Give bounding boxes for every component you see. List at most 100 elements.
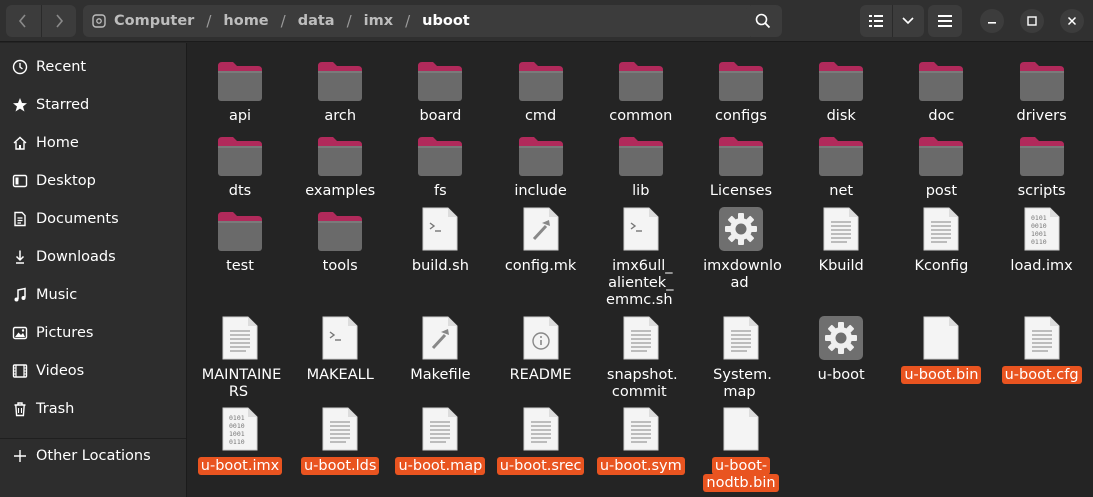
file-name-label: cmd — [491, 108, 591, 125]
binary-file-icon: 0101 0010 1001 0110 — [190, 402, 290, 452]
svg-text:0010: 0010 — [229, 422, 245, 430]
file-name-text: MAINTAINE RS — [201, 367, 282, 400]
desktop-icon — [10, 171, 30, 191]
file-item[interactable]: System. map — [691, 311, 791, 401]
file-name-label: u-boot.imx — [190, 457, 290, 475]
file-name-label: u-boot.bin — [891, 366, 991, 384]
file-item[interactable]: Makefile — [390, 311, 490, 401]
file-item[interactable]: u-boot.map — [390, 402, 490, 492]
download-icon — [10, 247, 30, 267]
sidebar: Recent Starred Home Desktop Documents Do… — [0, 43, 187, 497]
sidebar-item-music[interactable]: Music — [0, 277, 187, 313]
sidebar-item-documents[interactable]: Documents — [0, 201, 187, 237]
file-name-label: disk — [791, 108, 891, 125]
text-file-icon — [591, 402, 691, 452]
file-item[interactable]: 0101 0010 1001 0110 u-boot.imx — [190, 402, 290, 492]
main-menu-button[interactable] — [928, 5, 962, 37]
file-name-text: configs — [715, 108, 767, 124]
file-name-label: configs — [691, 108, 791, 125]
file-item[interactable]: snapshot. commit — [591, 311, 691, 401]
search-button[interactable] — [746, 5, 780, 37]
file-item[interactable]: MAINTAINE RS — [190, 311, 290, 401]
file-item[interactable]: u-boot.sym — [591, 402, 691, 492]
text-file-icon — [992, 311, 1092, 361]
file-name-text: u-boot.map — [395, 457, 486, 475]
sidebar-item-starred[interactable]: Starred — [0, 87, 187, 123]
breadcrumb-uboot[interactable]: uboot — [420, 13, 472, 29]
file-name-text: snapshot. commit — [606, 367, 678, 400]
breadcrumb-separator: / — [405, 12, 411, 30]
file-name-label: README — [491, 367, 591, 384]
back-button[interactable] — [6, 5, 41, 37]
maximize-button[interactable] — [1020, 9, 1044, 33]
text-file-icon — [891, 202, 991, 252]
view-options-dropdown[interactable] — [893, 5, 925, 37]
folder-icon — [491, 127, 591, 177]
file-item[interactable]: Kbuild — [791, 202, 891, 292]
gear-icon — [791, 311, 891, 361]
hamburger-menu-icon — [938, 15, 952, 27]
sidebar-item-other-locations[interactable]: Other Locations — [0, 438, 187, 474]
text-file-icon — [791, 202, 891, 252]
sidebar-item-downloads[interactable]: Downloads — [0, 239, 187, 275]
file-item[interactable]: Kconfig — [891, 202, 991, 292]
file-name-text: cmd — [524, 108, 557, 124]
breadcrumb-separator: / — [280, 12, 286, 30]
file-item[interactable]: u-boot- nodtb.bin — [691, 402, 791, 492]
file-name-label: include — [491, 183, 591, 200]
file-name-text: load.imx — [1010, 258, 1073, 274]
file-name-label: u-boot — [791, 367, 891, 384]
file-name-text: post — [925, 183, 958, 199]
file-name-label: build.sh — [390, 258, 490, 275]
sidebar-item-label: Desktop — [36, 173, 96, 189]
list-view-button[interactable] — [860, 5, 892, 37]
text-file-icon — [491, 402, 591, 452]
sidebar-item-videos[interactable]: Videos — [0, 353, 187, 389]
file-item[interactable]: build.sh — [390, 202, 490, 292]
sidebar-item-home[interactable]: Home — [0, 125, 187, 161]
svg-text:0010: 0010 — [1031, 222, 1047, 230]
file-item[interactable]: imxdownlo ad — [691, 202, 791, 292]
sidebar-item-pictures[interactable]: Pictures — [0, 315, 187, 351]
sidebar-item-label: Trash — [36, 401, 75, 417]
file-name-label: u-boot- nodtb.bin — [691, 457, 791, 492]
file-name-text: board — [419, 108, 462, 124]
folder-icon — [390, 52, 490, 102]
file-item[interactable]: u-boot.bin — [891, 311, 991, 401]
star-icon — [10, 95, 30, 115]
file-name-label: u-boot.lds — [290, 457, 390, 475]
folder-icon — [290, 127, 390, 177]
file-item[interactable]: config.mk — [491, 202, 591, 292]
text-file-icon — [390, 402, 490, 452]
file-item[interactable]: u-boot.srec — [491, 402, 591, 492]
file-item[interactable]: u-boot.lds — [290, 402, 390, 492]
forward-button[interactable] — [41, 5, 76, 37]
sidebar-item-recent[interactable]: Recent — [0, 49, 187, 85]
sidebar-item-trash[interactable]: Trash — [0, 391, 187, 427]
folder-icon — [491, 52, 591, 102]
picture-icon — [10, 323, 30, 343]
file-item[interactable]: u-boot.cfg — [992, 311, 1092, 401]
folder-icon — [691, 52, 791, 102]
folder-icon — [591, 127, 691, 177]
file-item[interactable]: README — [491, 311, 591, 401]
folder-item[interactable]: test — [190, 202, 290, 292]
file-item[interactable]: MAKEALL — [290, 311, 390, 401]
breadcrumb-data[interactable]: data — [296, 13, 337, 29]
breadcrumb-computer[interactable]: Computer — [112, 13, 196, 29]
folder-item[interactable]: tools — [290, 202, 390, 292]
file-item[interactable]: imx6ull_ alientek_ emmc.sh — [591, 202, 691, 308]
file-name-text: Kconfig — [914, 258, 969, 274]
sidebar-item-desktop[interactable]: Desktop — [0, 163, 187, 199]
close-button[interactable] — [1060, 9, 1084, 33]
breadcrumb-home[interactable]: home — [221, 13, 270, 29]
breadcrumb-imx[interactable]: imx — [362, 13, 395, 29]
file-item[interactable]: u-boot — [791, 311, 891, 401]
file-item[interactable]: 0101 0010 1001 0110 load.imx — [992, 202, 1092, 292]
file-name-label: tools — [290, 258, 390, 275]
list-view-icon — [868, 15, 883, 27]
minimize-button[interactable] — [980, 9, 1004, 33]
svg-text:0110: 0110 — [1031, 238, 1047, 246]
file-name-text: u-boot.cfg — [1001, 366, 1082, 384]
file-name-text: scripts — [1017, 183, 1066, 199]
